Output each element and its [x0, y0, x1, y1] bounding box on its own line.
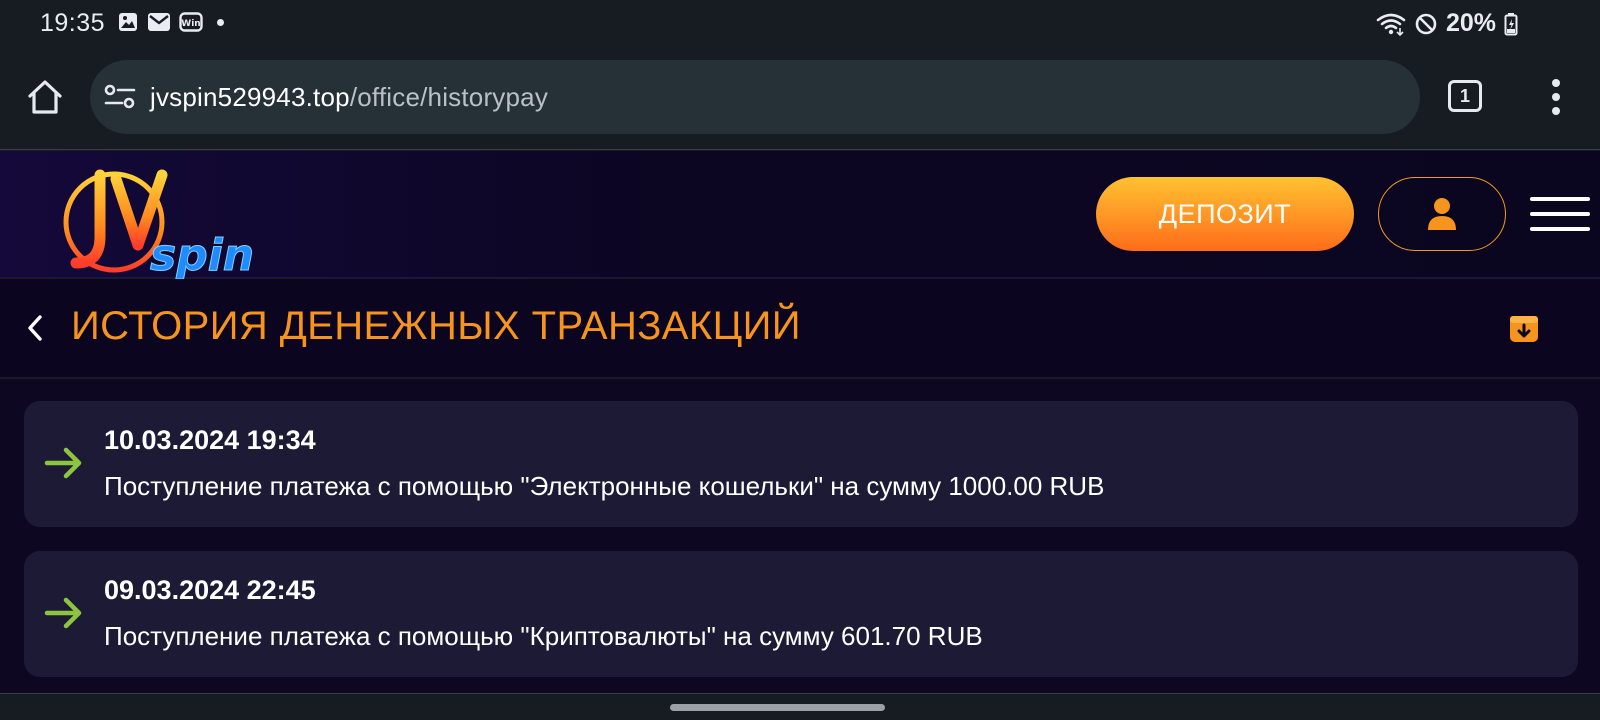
home-button[interactable] — [24, 76, 66, 118]
jvspin-logo[interactable]: spin — [58, 167, 258, 279]
url-domain: jvspin529943.top — [150, 82, 350, 112]
image-icon — [119, 13, 137, 31]
transaction-card[interactable]: 10.03.2024 19:34 Поступление платежа с п… — [24, 401, 1578, 527]
site-header: spin ДЕПОЗИТ — [0, 151, 1600, 279]
status-time: 19:35 — [40, 9, 106, 37]
do-not-disturb-icon — [1415, 13, 1437, 34]
mail-icon — [148, 13, 170, 31]
transaction-description: Поступление платежа с помощью "Электронн… — [104, 471, 1105, 501]
status-bar: 19:35 Win 20% — [0, 0, 1600, 46]
chevron-left-icon — [28, 315, 42, 341]
url-path: /office/historypay — [349, 82, 549, 112]
menu-dot — [1552, 107, 1560, 115]
battery-percent: 20% — [1445, 9, 1496, 37]
transaction-date: 10.03.2024 19:34 — [104, 425, 316, 455]
wifi-icon — [1376, 13, 1406, 36]
burger-line — [1530, 197, 1590, 201]
url-text[interactable]: jvspin529943.top/office/historypay — [150, 82, 548, 113]
system-icons: 20% — [1376, 9, 1518, 38]
site-menu-button[interactable] — [1530, 197, 1590, 231]
svg-text:spin: spin — [150, 230, 254, 279]
svg-text:Win: Win — [181, 19, 200, 29]
gesture-handle[interactable] — [670, 704, 885, 711]
download-archive-icon[interactable] — [1508, 313, 1540, 345]
more-notifications-dot — [217, 18, 224, 26]
app-notification-icon: Win — [179, 12, 203, 32]
transactions-list: 10.03.2024 19:34 Поступление платежа с п… — [0, 379, 1600, 693]
page-title-bar: ИСТОРИЯ ДЕНЕЖНЫХ ТРАНЗАКЦИЙ — [0, 279, 1600, 378]
deposit-button[interactable]: ДЕПОЗИТ — [1096, 177, 1354, 251]
tab-switcher-button[interactable]: 1 — [1448, 80, 1482, 112]
back-button[interactable] — [24, 312, 48, 344]
transaction-card[interactable]: 09.03.2024 22:45 Поступление платежа с п… — [24, 551, 1578, 677]
incoming-arrow-icon — [44, 447, 82, 479]
site-settings-icon[interactable] — [104, 82, 136, 112]
notification-icons: Win — [117, 11, 224, 33]
page-title: ИСТОРИЯ ДЕНЕЖНЫХ ТРАНЗАКЦИЙ — [71, 304, 801, 348]
menu-dot — [1552, 79, 1560, 87]
navigation-gesture-area — [0, 693, 1600, 720]
transaction-description: Поступление платежа с помощью "Криптовал… — [104, 621, 983, 651]
home-icon — [28, 80, 62, 114]
menu-dot — [1552, 93, 1560, 101]
burger-line — [1530, 227, 1590, 231]
browser-menu-button[interactable] — [1544, 76, 1568, 118]
address-bar[interactable]: jvspin529943.top/office/historypay — [90, 60, 1420, 134]
user-icon — [1428, 198, 1456, 230]
transaction-date: 09.03.2024 22:45 — [104, 575, 316, 605]
battery-charging-icon — [1504, 12, 1518, 35]
incoming-arrow-icon — [44, 597, 82, 629]
browser-toolbar: jvspin529943.top/office/historypay 1 — [0, 46, 1600, 150]
burger-line — [1530, 212, 1590, 216]
profile-button[interactable] — [1378, 177, 1506, 251]
